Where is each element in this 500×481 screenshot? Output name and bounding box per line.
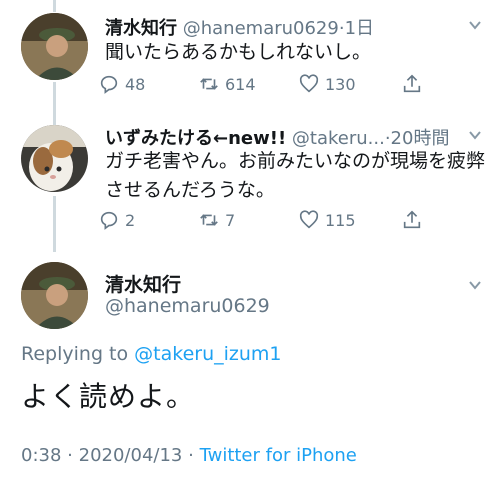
tweet-source-link[interactable]: Twitter for iPhone bbox=[200, 445, 357, 466]
tweet-text: 聞いたらあるかもしれないし。 bbox=[105, 41, 372, 63]
tweet-text: よく読めよ。 bbox=[21, 380, 196, 413]
replying-to: Replying to @takeru_izum1 bbox=[21, 343, 282, 365]
tweet-date[interactable]: 2020/04/13 bbox=[79, 445, 183, 466]
reply-icon bbox=[100, 75, 118, 94]
avatar[interactable] bbox=[21, 262, 88, 329]
thread-line bbox=[53, 82, 56, 128]
like-count: 115 bbox=[325, 210, 356, 230]
share-icon bbox=[403, 74, 421, 93]
share-icon bbox=[403, 210, 421, 229]
tweet-meta: 0:38 · 2020/04/13 · Twitter for iPhone bbox=[21, 445, 357, 466]
author-name[interactable]: いずみたける←new!! bbox=[105, 128, 286, 149]
separator: · bbox=[188, 445, 194, 466]
retweet-icon bbox=[200, 78, 218, 90]
avatar[interactable] bbox=[21, 13, 88, 80]
like-icon bbox=[299, 74, 319, 93]
tweet-actions: 2 7 115 bbox=[98, 207, 428, 233]
retweet-button[interactable]: 614 bbox=[198, 71, 256, 97]
like-icon bbox=[299, 210, 319, 229]
like-count: 130 bbox=[325, 74, 356, 94]
author-handle[interactable]: @takeru... bbox=[292, 128, 385, 149]
tweet-text-line: ガチ老害やん。お前みたいなのが現場を疲弊 bbox=[105, 150, 486, 172]
reply-count: 2 bbox=[125, 210, 136, 230]
reply-button[interactable]: 2 bbox=[98, 207, 135, 233]
tweet-header: 清水知行 @hanemaru0629·1日 bbox=[105, 14, 374, 40]
tweet-text: ガチ老害やん。お前みたいなのが現場を疲弊 させるんだろうな。 bbox=[105, 147, 485, 205]
reply-button[interactable]: 48 bbox=[98, 71, 145, 97]
share-button[interactable] bbox=[401, 71, 428, 97]
chevron-down-icon[interactable] bbox=[468, 18, 482, 32]
tweet-actions: 48 614 130 bbox=[98, 71, 428, 97]
author-name[interactable]: 清水知行 bbox=[105, 18, 177, 39]
thread-line bbox=[53, 0, 56, 12]
separator: · bbox=[67, 445, 73, 466]
mention-link[interactable]: @takeru_izum1 bbox=[134, 343, 281, 365]
like-button[interactable]: 130 bbox=[298, 71, 356, 97]
tweet-time[interactable]: 20時間 bbox=[391, 128, 450, 149]
replying-label: Replying to bbox=[21, 343, 129, 365]
chevron-down-icon[interactable] bbox=[468, 128, 482, 142]
tweet-time[interactable]: 1日 bbox=[345, 18, 374, 39]
avatar[interactable] bbox=[21, 125, 88, 192]
retweet-count: 7 bbox=[225, 210, 236, 230]
like-button[interactable]: 115 bbox=[298, 207, 356, 233]
tweet-time[interactable]: 0:38 bbox=[21, 445, 61, 466]
chevron-down-icon[interactable] bbox=[468, 278, 482, 292]
reply-icon bbox=[100, 211, 118, 230]
retweet-count: 614 bbox=[225, 74, 256, 94]
retweet-icon bbox=[200, 214, 218, 226]
reply-count: 48 bbox=[125, 74, 146, 94]
author-name[interactable]: 清水知行 bbox=[105, 270, 181, 297]
retweet-button[interactable]: 7 bbox=[198, 207, 235, 233]
author-handle[interactable]: @hanemaru0629 bbox=[183, 18, 339, 39]
share-button[interactable] bbox=[401, 207, 428, 233]
thread-line bbox=[53, 196, 56, 252]
author-handle[interactable]: @hanemaru0629 bbox=[105, 295, 270, 317]
tweet-text-line: させるんだろうな。 bbox=[105, 179, 275, 201]
